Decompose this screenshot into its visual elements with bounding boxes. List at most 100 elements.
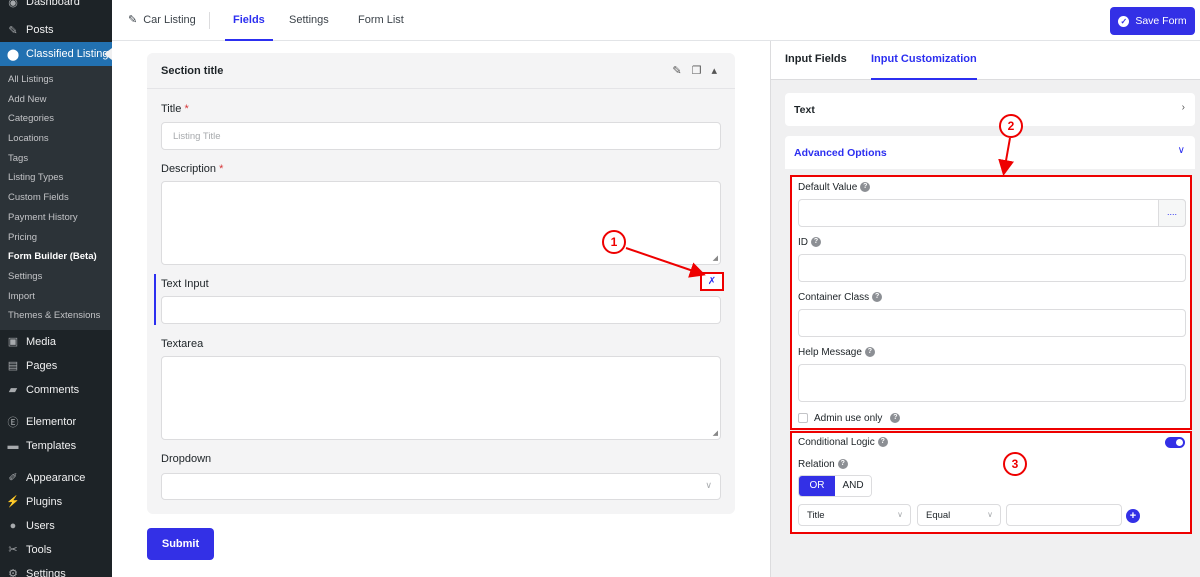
admin-sidebar: ◉ Dashboard ✎ Posts ⬤ Classified Listing Al…	[0, 0, 112, 577]
accordion-text[interactable]: Text ›	[785, 93, 1195, 126]
form-builder-canvas: Section title ✎ ❐ ▴ Title * Listing Titl…	[112, 41, 770, 577]
submenu-form-builder[interactable]: Form Builder (Beta)	[0, 247, 112, 267]
collapse-icon[interactable]: ▴	[711, 64, 717, 77]
help-message-textarea[interactable]	[798, 364, 1186, 402]
id-input[interactable]	[798, 254, 1186, 282]
copy-icon[interactable]: ❐	[692, 64, 702, 77]
submenu-payment-history[interactable]: Payment History	[0, 208, 112, 228]
sidebar-item-users[interactable]: ● Users	[0, 514, 112, 538]
submenu-settings[interactable]: Settings	[0, 267, 112, 287]
sidebar-item-elementor[interactable]: Ⓔ Elementor	[0, 410, 112, 434]
textarea-field-label: Textarea	[161, 338, 204, 350]
container-class-label: Container Class?	[798, 292, 883, 303]
tab-settings[interactable]: Settings	[289, 0, 329, 41]
pages-icon: ▤	[7, 360, 19, 373]
condition-value-input[interactable]	[1006, 504, 1122, 526]
sidebar-item-settings[interactable]: ⚙ Settings	[0, 562, 112, 577]
annotation-badge-2: 2	[999, 114, 1023, 138]
help-icon: ?	[837, 459, 848, 470]
tab-form-list[interactable]: Form List	[358, 0, 404, 41]
sidebar-item-comments[interactable]: ▰ Comments	[0, 378, 112, 402]
description-field-label: Description *	[161, 163, 224, 175]
check-circle-icon: ✓	[1118, 15, 1130, 27]
submit-button[interactable]: Submit	[147, 528, 214, 560]
accordion-advanced-options[interactable]: Advanced Options ∨	[785, 136, 1195, 169]
form-section: Section title ✎ ❐ ▴ Title * Listing Titl…	[147, 53, 735, 514]
divider	[209, 12, 210, 29]
submenu-categories[interactable]: Categories	[0, 109, 112, 129]
annotation-badge-3: 3	[1003, 452, 1027, 476]
resize-handle-icon[interactable]: ◢	[713, 429, 718, 437]
tab-input-customization[interactable]: Input Customization	[871, 41, 977, 80]
relation-or-button[interactable]: OR	[799, 476, 835, 496]
text-input-field-label: Text Input	[161, 278, 209, 290]
sidebar-item-posts[interactable]: ✎ Posts	[0, 18, 112, 42]
settings-icon: ⚙	[8, 568, 18, 577]
sidebar-item-templates[interactable]: ▬ Templates	[0, 434, 112, 458]
submenu-themes-extensions[interactable]: Themes & Extensions	[0, 306, 112, 326]
advanced-options-group: Default Value? .... ID? Container Class?…	[790, 175, 1192, 430]
media-icon: ▣	[7, 336, 19, 349]
active-field-indicator	[154, 274, 156, 325]
submenu-import[interactable]: Import	[0, 287, 112, 307]
form-name[interactable]: ✎ Car Listing	[128, 0, 196, 41]
sidebar-item-dashboard[interactable]: ◉ Dashboard	[0, 0, 112, 14]
comments-icon: ▰	[8, 384, 18, 397]
conditional-logic-toggle[interactable]	[1165, 437, 1185, 448]
edit-icon[interactable]: ✎	[672, 64, 681, 77]
pin-icon: ✎	[8, 24, 18, 37]
conditional-logic-group: Conditional Logic? Relation? OR AND Titl…	[790, 431, 1192, 534]
wrench-icon: ✂	[8, 544, 18, 557]
tab-fields[interactable]: Fields	[225, 0, 273, 41]
sidebar-item-media[interactable]: ▣ Media	[0, 330, 112, 354]
save-form-button[interactable]: ✓ Save Form	[1110, 7, 1195, 35]
panel-tabs: Input Fields Input Customization	[771, 41, 1200, 80]
sidebar-item-pages[interactable]: ▤ Pages	[0, 354, 112, 378]
conditional-logic-label: Conditional Logic?	[798, 437, 888, 448]
submenu-custom-fields[interactable]: Custom Fields	[0, 188, 112, 208]
help-icon: ?	[864, 347, 875, 358]
relation-toggle: OR AND	[798, 475, 872, 497]
submenu-pricing[interactable]: Pricing	[0, 228, 112, 248]
more-options-button[interactable]: ....	[1158, 199, 1186, 227]
help-icon: ?	[877, 437, 888, 448]
submenu-listing-types[interactable]: Listing Types	[0, 168, 112, 188]
text-input-field[interactable]	[161, 296, 721, 324]
resize-handle-icon[interactable]: ◢	[713, 254, 718, 262]
plug-icon: ⚡	[6, 496, 20, 509]
dropdown-field-label: Dropdown	[161, 453, 212, 465]
brush-icon: ✐	[8, 472, 18, 485]
submenu-add-new[interactable]: Add New	[0, 90, 112, 110]
container-class-input[interactable]	[798, 309, 1186, 337]
sidebar-item-plugins[interactable]: ⚡ Plugins	[0, 490, 112, 514]
sidebar-item-classified-listing[interactable]: ⬤ Classified Listing	[0, 42, 112, 66]
textarea-field[interactable]: ◢	[161, 356, 721, 440]
submenu-tags[interactable]: Tags	[0, 149, 112, 169]
sidebar-item-appearance[interactable]: ✐ Appearance	[0, 466, 112, 490]
dropdown-field[interactable]: ∨	[161, 473, 721, 500]
condition-field-select[interactable]: Title ∨	[798, 504, 911, 526]
chevron-down-icon: ∨	[897, 510, 903, 519]
help-icon: ?	[860, 182, 871, 193]
condition-operator-select[interactable]: Equal ∨	[917, 504, 1001, 526]
submenu-all-listings[interactable]: All Listings	[0, 70, 112, 90]
title-input[interactable]: Listing Title	[161, 122, 721, 150]
map-marker-icon: ⬤	[6, 48, 20, 61]
relation-and-button[interactable]: AND	[835, 476, 871, 496]
add-condition-button[interactable]: +	[1126, 509, 1140, 523]
submenu-locations[interactable]: Locations	[0, 129, 112, 149]
builder-topbar: ✎ Car Listing Fields Settings Form List ✓…	[112, 0, 1200, 41]
folder-icon: ▬	[7, 439, 19, 452]
user-icon: ●	[9, 519, 17, 532]
sidebar-item-tools[interactable]: ✂ Tools	[0, 538, 112, 562]
admin-use-only-checkbox[interactable]	[798, 413, 808, 423]
tab-input-fields[interactable]: Input Fields	[785, 41, 847, 80]
description-textarea[interactable]: ◢	[161, 181, 721, 265]
chevron-right-icon: ›	[1181, 102, 1185, 113]
relation-label: Relation?	[798, 459, 848, 470]
pin-field-icon[interactable]: ✗	[700, 272, 724, 291]
help-icon: ?	[890, 413, 901, 424]
default-value-input[interactable]: ....	[798, 199, 1186, 227]
chevron-down-icon: ∨	[705, 480, 712, 490]
customization-panel: Input Fields Input Customization Text › …	[770, 41, 1200, 577]
